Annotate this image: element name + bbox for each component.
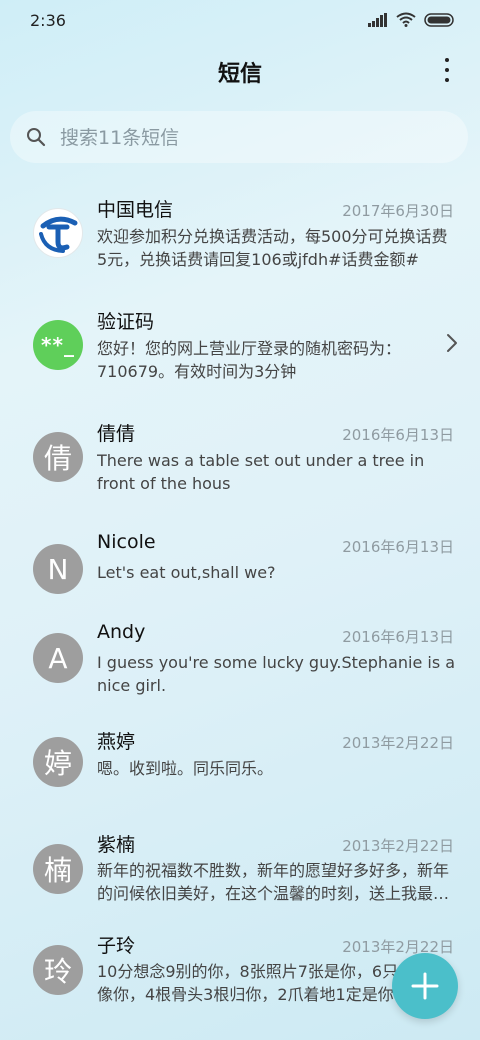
conversation-item[interactable]: 倩 倩倩 2016年6月13日 There was a table set ou… [0,394,480,506]
search-icon [27,128,46,147]
message-date: 2016年6月13日 [342,538,454,556]
contact-name: 验证码 [97,311,155,333]
message-preview: Let's eat out,shall we? [97,563,276,582]
conversation-item[interactable]: N Nicole 2016年6月13日 Let's eat out,shall … [0,506,480,618]
status-bar: 2:36 [0,0,480,40]
avatar: 婷 [33,737,83,787]
contact-name: 燕婷 [97,731,136,753]
avatar: **_ [33,320,83,370]
contact-name: Andy [97,621,146,643]
avatar: N [33,544,83,594]
message-date: 2013年2月22日 [342,837,454,855]
status-icons [368,12,454,27]
conversation-item[interactable]: 楠 紫楠 2013年2月22日 新年的祝福数不胜数，新年的愿望好多好多，新年的问… [0,807,480,919]
new-message-button[interactable] [392,953,458,1019]
conversation-list: 中国电信 2017年6月30日 欢迎参加积分兑换话费活动，每500分可兑换话费5… [0,170,480,1031]
more-options-button[interactable] [438,56,456,84]
battery-icon [424,12,454,27]
message-preview: There was a table set out under a tree i… [97,451,425,493]
message-date: 2013年2月22日 [342,734,454,752]
message-date: 2016年6月13日 [342,426,454,444]
conversation-item[interactable]: **_ 验证码 您好！您的网上营业厅登录的随机密码为：710679。有效时间为3… [0,282,480,394]
search-bar[interactable] [10,111,468,163]
status-time: 2:36 [30,11,66,30]
wifi-icon [396,12,416,27]
chevron-right-icon[interactable] [446,333,458,353]
conversation-item[interactable]: 婷 燕婷 2013年2月22日 嗯。收到啦。同乐同乐。 [0,712,480,807]
message-preview: I guess you're some lucky guy.Stephanie … [97,653,456,695]
message-preview: 新年的祝福数不胜数，新年的愿望好多好多，新年的问候依旧美好，在这个温馨的时刻，送… [97,861,450,903]
contact-name: 倩倩 [97,423,136,445]
message-date: 2016年6月13日 [342,628,454,646]
more-vertical-icon [445,58,449,62]
search-input[interactable] [58,123,452,153]
message-date: 2013年2月22日 [342,938,454,956]
avatar: 楠 [33,844,83,894]
avatar: 倩 [33,432,83,482]
message-preview: 欢迎参加积分兑换话费活动，每500分可兑换话费5元，兑换话费请回复106或jfd… [97,227,448,269]
avatar: A [33,633,83,683]
message-date: 2017年6月30日 [342,202,454,220]
header: 短信 [0,44,480,96]
avatar [33,208,83,258]
message-preview: 嗯。收到啦。同乐同乐。 [97,759,274,778]
contact-name: Nicole [97,531,156,553]
page-title: 短信 [217,62,262,87]
avatar: 玲 [33,945,83,995]
contact-name: 中国电信 [97,199,174,221]
contact-name: 子玲 [97,935,136,957]
conversation-item[interactable]: 中国电信 2017年6月30日 欢迎参加积分兑换话费活动，每500分可兑换话费5… [0,170,480,282]
message-preview: 您好！您的网上营业厅登录的随机密码为：710679。有效时间为3分钟 [97,339,402,381]
plus-icon [411,972,439,1000]
conversation-item[interactable]: A Andy 2016年6月13日 I guess you're some lu… [0,618,480,712]
china-telecom-logo-icon [39,216,78,253]
contact-name: 紫楠 [97,834,136,856]
signal-icon [368,12,387,27]
